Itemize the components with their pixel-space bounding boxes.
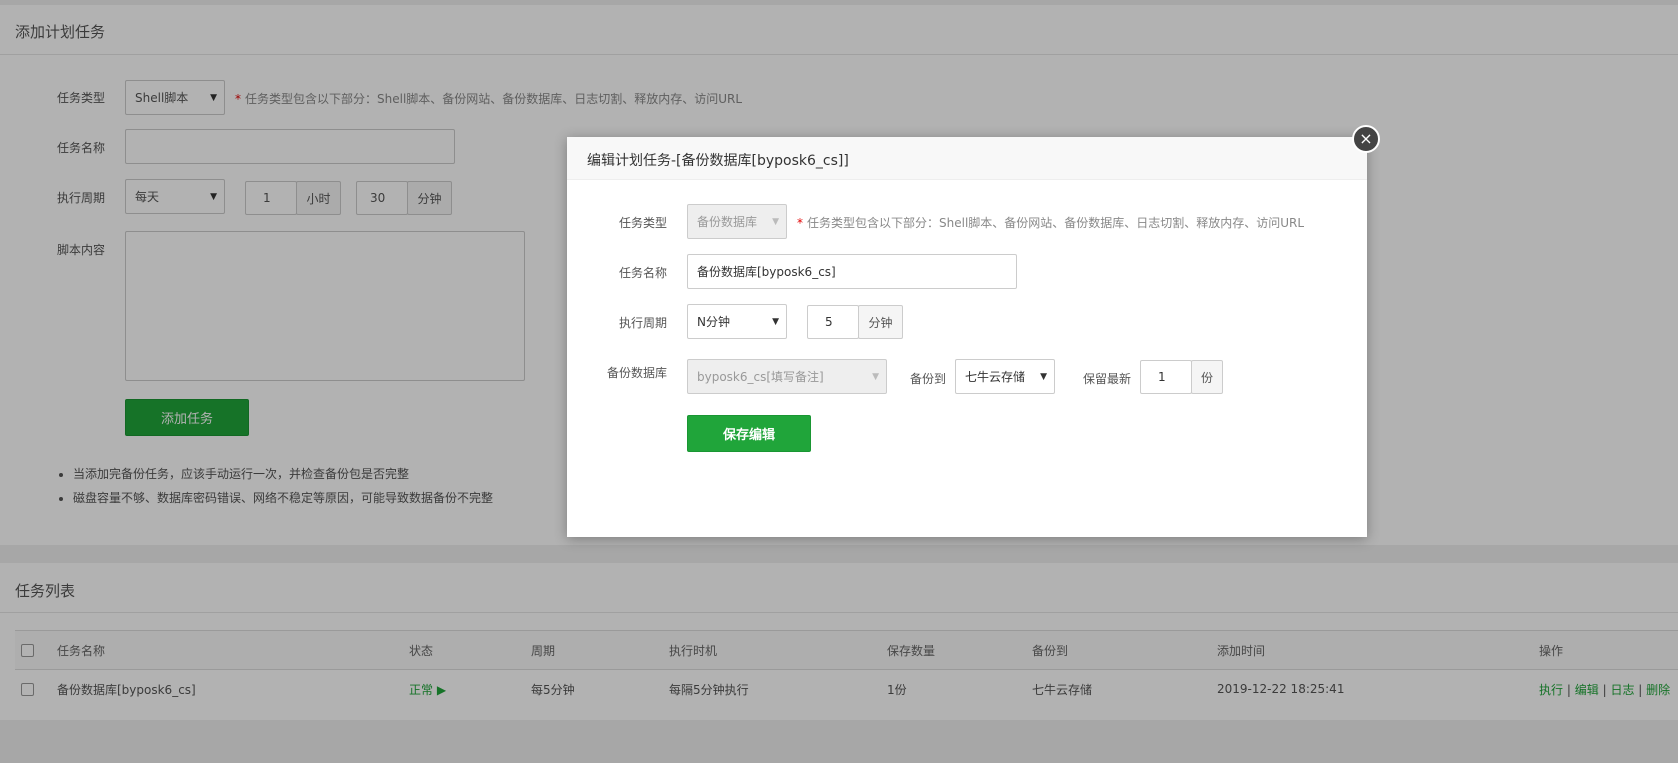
modal-header: 编辑计划任务-[备份数据库[byposk6_cs]] <box>567 137 1367 180</box>
modal-db-select[interactable]: byposk6_cs[填写备注] ▼ <box>687 359 887 394</box>
modal-backup-to-label: 备份到 <box>910 372 947 386</box>
modal-type-select[interactable]: 备份数据库 ▼ <box>687 204 787 239</box>
chevron-down-icon: ▼ <box>872 371 879 382</box>
modal-minute-unit: 分钟 <box>858 305 903 339</box>
edit-task-modal: 编辑计划任务-[备份数据库[byposk6_cs]] 任务类型 备份数据库 ▼ … <box>567 137 1367 537</box>
chevron-down-icon: ▼ <box>772 216 779 227</box>
modal-backup-to-value: 七牛云存储 <box>965 370 1026 384</box>
chevron-down-icon: ▼ <box>1040 371 1047 382</box>
modal-type-label: 任务类型 <box>619 216 668 230</box>
chevron-down-icon: ▼ <box>772 316 779 327</box>
modal-title: 编辑计划任务-[备份数据库[byposk6_cs]] <box>587 153 849 169</box>
modal-backup-to-select[interactable]: 七牛云存储 ▼ <box>955 359 1055 394</box>
required-star: * <box>797 216 803 230</box>
modal-keep-label: 保留最新 <box>1083 372 1132 386</box>
close-icon[interactable]: × <box>1352 125 1380 153</box>
modal-minute-input[interactable]: 5 <box>807 305 859 339</box>
modal-db-label: 备份数据库 <box>607 366 668 380</box>
modal-cycle-select[interactable]: N分钟 ▼ <box>687 304 787 339</box>
modal-cycle-label: 执行周期 <box>619 316 668 330</box>
modal-name-input[interactable]: 备份数据库[byposk6_cs] <box>687 254 1017 289</box>
modal-keep-input[interactable]: 1 <box>1140 360 1192 394</box>
save-edit-button[interactable]: 保存编辑 <box>687 415 811 452</box>
modal-type-hint: * 任务类型包含以下部分：Shell脚本、备份网站、备份数据库、日志切割、释放内存… <box>797 214 1304 231</box>
modal-name-label: 任务名称 <box>619 266 668 280</box>
modal-type-value: 备份数据库 <box>697 215 758 229</box>
modal-db-value: byposk6_cs[填写备注] <box>697 370 824 384</box>
modal-cycle-value: N分钟 <box>697 315 730 329</box>
modal-type-hint-text: 任务类型包含以下部分：Shell脚本、备份网站、备份数据库、日志切割、释放内存、… <box>807 216 1305 230</box>
modal-keep-unit: 份 <box>1191 360 1223 394</box>
